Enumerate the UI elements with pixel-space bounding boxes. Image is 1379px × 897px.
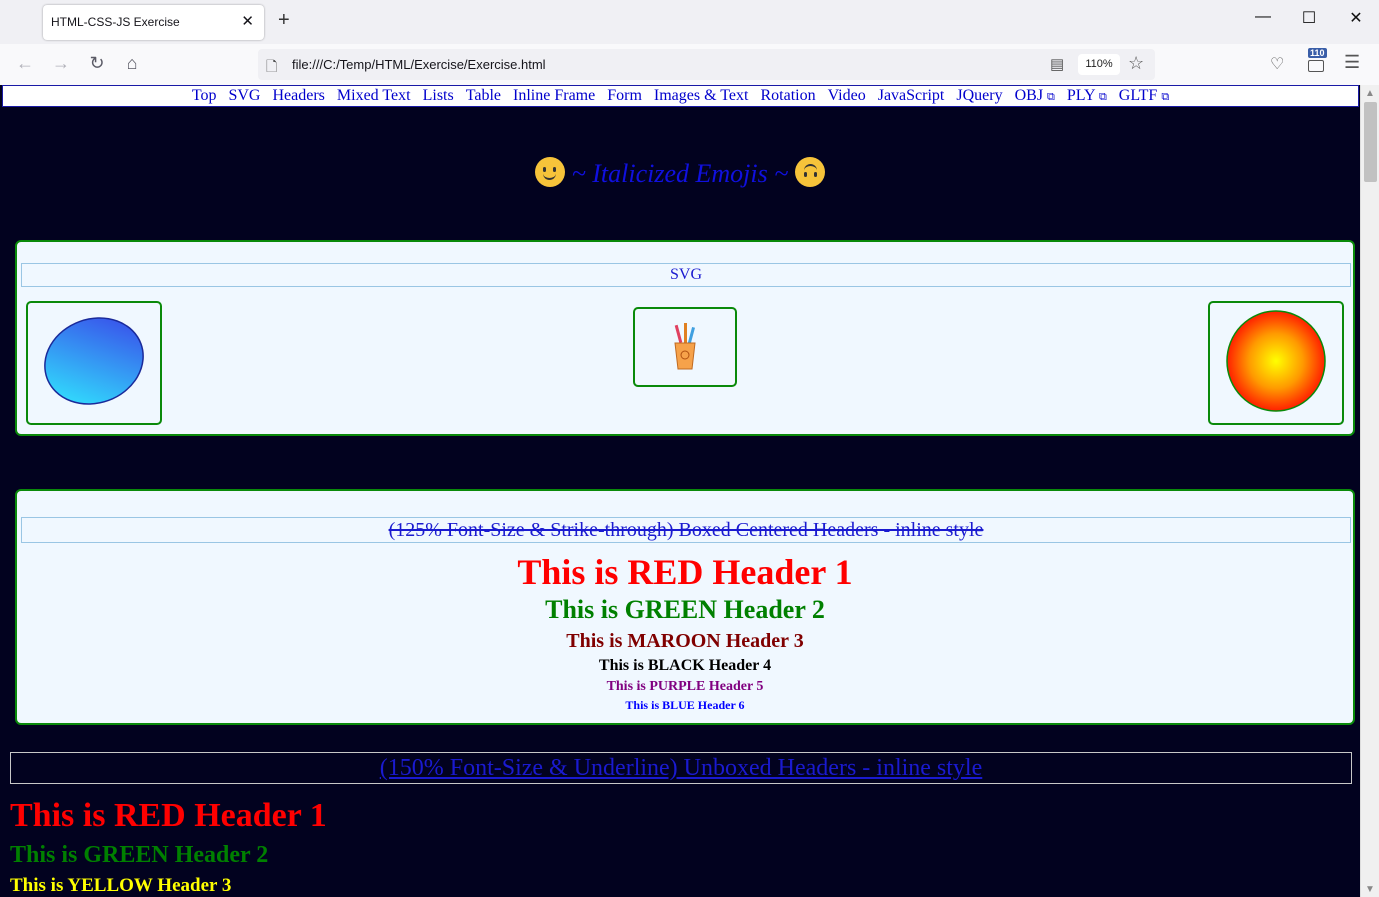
boxed-header-3: This is MAROON Header 3 — [566, 630, 804, 652]
zoom-level[interactable]: 110% — [1078, 54, 1120, 75]
maximize-icon[interactable]: ☐ — [1294, 8, 1324, 28]
scroll-up-icon[interactable]: ▲ — [1365, 88, 1375, 99]
reader-view-icon[interactable]: ▤ — [1050, 55, 1064, 73]
nav-link-images-text[interactable]: Images & Text — [654, 87, 749, 104]
boxed-header-6: This is BLUE Header 6 — [625, 698, 745, 712]
external-link-icon: ⧉ — [1161, 91, 1170, 103]
pocket-icon[interactable]: ♡ — [1270, 54, 1284, 74]
nav-link-headers[interactable]: Headers — [272, 87, 324, 104]
reload-icon[interactable]: ↻ — [85, 53, 109, 74]
svg-panel-title: SVG — [21, 263, 1351, 287]
unboxed-header-2: This is GREEN Header 2 — [10, 842, 269, 868]
nav-link-obj[interactable]: OBJ ⧉ — [1015, 87, 1055, 104]
extension-badge: 110 — [1308, 48, 1327, 58]
sun-circle-box — [1208, 301, 1344, 425]
navigation-toolbar: ← → ↻ ⌂ 🗋 file:///C:/Temp/HTML/Exercise/… — [0, 44, 1379, 85]
boxed-header-4: This is BLACK Header 4 — [598, 657, 772, 674]
boxed-header-5: This is PURPLE Header 5 — [606, 679, 764, 694]
page-content: Top SVG Headers Mixed Text Lists Table I… — [0, 85, 1360, 897]
external-link-icon: ⧉ — [1098, 91, 1107, 103]
top-nav: Top SVG Headers Mixed Text Lists Table I… — [2, 85, 1359, 107]
unboxed-header-3: This is YELLOW Header 3 — [10, 875, 232, 896]
tab-title: HTML-CSS-JS Exercise — [51, 15, 180, 29]
external-link-icon: ⧉ — [1047, 91, 1055, 103]
browser-tab[interactable]: HTML-CSS-JS Exercise ✕ — [43, 5, 264, 40]
nav-link-obj-label: OBJ — [1014, 87, 1044, 104]
scrollbar-thumb[interactable] — [1364, 102, 1377, 182]
page-info-icon[interactable]: 🗋 — [266, 56, 277, 80]
scroll-down-icon[interactable]: ▼ — [1365, 884, 1375, 895]
nav-link-lists[interactable]: Lists — [423, 87, 454, 104]
nav-link-rotation[interactable]: Rotation — [760, 87, 815, 104]
new-tab-icon[interactable]: + — [278, 9, 290, 32]
minimize-icon[interactable]: — — [1248, 8, 1278, 26]
menu-icon[interactable]: ☰ — [1344, 52, 1360, 73]
nav-link-svg[interactable]: SVG — [228, 87, 260, 104]
nav-link-video[interactable]: Video — [828, 87, 866, 104]
nav-link-javascript[interactable]: JavaScript — [878, 87, 945, 104]
unboxed-headers-title: (150% Font-Size & Underline) Unboxed Hea… — [10, 752, 1352, 784]
extension-button[interactable]: 110 — [1306, 48, 1328, 72]
boxed-headers-title: (125% Font-Size & Strike-through) Boxed … — [21, 517, 1351, 543]
forward-icon[interactable]: → — [49, 53, 73, 74]
close-window-icon[interactable]: ✕ — [1341, 8, 1371, 28]
nav-link-table[interactable]: Table — [466, 87, 501, 104]
nav-link-inline-frame[interactable]: Inline Frame — [513, 87, 595, 104]
nav-link-mixed-text[interactable]: Mixed Text — [337, 87, 411, 104]
smiling-face-icon — [535, 157, 566, 187]
emoji-heading: ~ Italicized Emojis ~ — [0, 157, 1360, 189]
svg-panel: SVG — [15, 240, 1355, 436]
emoji-heading-text: ~ Italicized Emojis ~ — [571, 159, 789, 188]
url-bar[interactable]: 🗋 file:///C:/Temp/HTML/Exercise/Exercise… — [258, 49, 1155, 80]
boxed-headers-panel: (125% Font-Size & Strike-through) Boxed … — [15, 489, 1355, 725]
nav-link-top[interactable]: Top — [192, 87, 217, 104]
bookmark-star-icon[interactable]: ☆ — [1128, 53, 1144, 74]
nav-link-jquery[interactable]: JQuery — [956, 87, 1002, 104]
back-icon[interactable]: ← — [13, 53, 37, 74]
url-text[interactable]: file:///C:/Temp/HTML/Exercise/Exercise.h… — [292, 57, 546, 72]
pencil-cup-icon — [674, 323, 696, 370]
unboxed-header-1: This is RED Header 1 — [10, 797, 327, 834]
nav-link-form[interactable]: Form — [607, 87, 642, 104]
nav-link-gltf[interactable]: GLTF ⧉ — [1119, 87, 1169, 104]
tab-bar: HTML-CSS-JS Exercise ✕ + — ☐ ✕ — [0, 0, 1379, 44]
nav-link-gltf-label: GLTF — [1118, 87, 1158, 104]
home-icon[interactable]: ⌂ — [120, 53, 144, 74]
vertical-scrollbar[interactable]: ▲ ▼ — [1360, 85, 1379, 897]
radial-gradient-circle-graphic — [1226, 310, 1326, 412]
boxed-header-2: This is GREEN Header 2 — [545, 595, 825, 624]
upside-down-face-icon — [794, 157, 825, 187]
blue-ellipse-box — [26, 301, 162, 425]
nav-link-ply-label: PLY — [1066, 87, 1095, 104]
boxed-header-1: This is RED Header 1 — [517, 552, 853, 592]
nav-link-ply[interactable]: PLY ⧉ — [1067, 87, 1107, 104]
pencil-cup-box — [633, 307, 737, 387]
extension-icon — [1308, 60, 1324, 72]
blue-ellipse-graphic — [44, 317, 144, 405]
close-tab-icon[interactable]: ✕ — [241, 12, 254, 30]
